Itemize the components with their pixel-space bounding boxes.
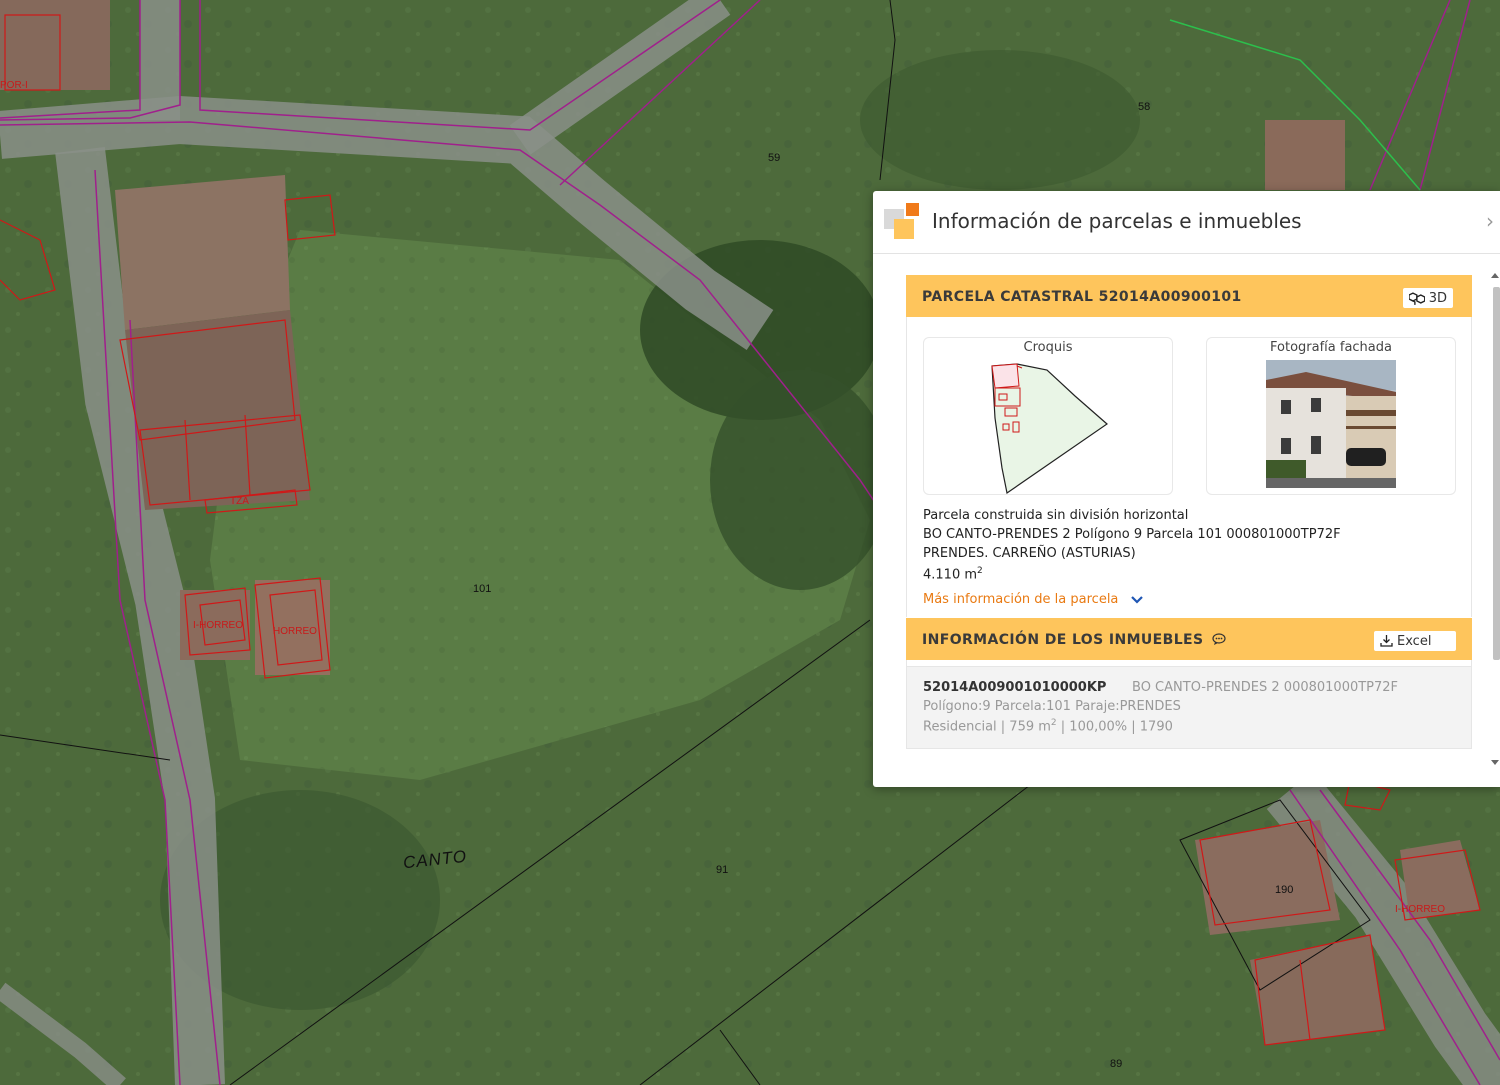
excel-label: Excel	[1397, 633, 1432, 649]
more-parcel-info-link[interactable]: Más información de la parcela	[923, 592, 1118, 607]
inmueble-use-details: Residencial | 759 m2 | 100,00% | 1790	[923, 718, 1173, 734]
parcel-info-panel: Información de parcelas e inmuebles › PA…	[873, 191, 1500, 787]
facade-photo	[1266, 360, 1396, 488]
parcela-heading: PARCELA CATASTRAL 52014A00900101	[922, 289, 1242, 305]
parcel-number-label: 89	[1110, 1058, 1123, 1070]
cubes-icon	[1409, 291, 1425, 305]
inmueble-location: Polígono:9 Parcela:101 Paraje:PRENDES	[923, 699, 1181, 714]
parcel-sketch-icon	[991, 363, 1108, 495]
view-3d-label: 3D	[1428, 290, 1447, 306]
parcel-type: Parcela construida sin división horizont…	[923, 508, 1189, 523]
panel-title: Información de parcelas e inmuebles	[932, 209, 1302, 233]
excel-download-button[interactable]: Excel	[1374, 631, 1456, 651]
inmueble-list-item[interactable]: 52014A009001010000KP BO CANTO-PRENDES 2 …	[907, 666, 1471, 748]
parcel-area-value: 4.110 m	[923, 567, 978, 583]
parcela-section: PARCELA CATASTRAL 52014A00900101 3D Croq…	[906, 275, 1472, 617]
inmueble-use-suffix: | 100,00% | 1790	[1056, 719, 1173, 735]
comment-icon	[1212, 633, 1226, 645]
building-label: I-HORREO	[193, 620, 243, 631]
inmueble-address: BO CANTO-PRENDES 2 000801000TP72F	[1132, 680, 1399, 695]
inmueble-reference: 52014A009001010000KP	[923, 680, 1107, 695]
scroll-down-icon[interactable]	[1491, 760, 1499, 765]
scrollbar-thumb[interactable]	[1493, 287, 1500, 660]
parcel-number-label: 91	[716, 864, 729, 876]
parcel-number-label: 58	[1138, 101, 1151, 113]
parcel-area: 4.110 m2	[923, 566, 983, 582]
catastro-logo-icon	[884, 203, 919, 239]
inmuebles-section: INFORMACIÓN DE LOS INMUEBLES Excel 52014…	[906, 618, 1472, 749]
building-label: TZA	[230, 496, 249, 507]
parcel-address: BO CANTO-PRENDES 2 Polígono 9 Parcela 10…	[923, 527, 1341, 542]
inmuebles-heading-text: INFORMACIÓN DE LOS INMUEBLES	[922, 632, 1204, 648]
parcel-number-label: 190	[1275, 884, 1294, 896]
building-label: HORREO	[273, 626, 317, 637]
fachada-card[interactable]: Fotografía fachada	[1206, 337, 1456, 495]
close-icon[interactable]: ›	[1486, 209, 1500, 233]
chevron-down-icon[interactable]	[1130, 594, 1144, 606]
parcela-header: PARCELA CATASTRAL 52014A00900101 3D	[906, 275, 1472, 317]
parcel-number-label: 59	[768, 152, 781, 164]
croquis-title: Croquis	[1023, 340, 1073, 355]
view-3d-button[interactable]: 3D	[1403, 288, 1453, 308]
fachada-title: Fotografía fachada	[1270, 340, 1392, 355]
building-label: I-HORREO	[1395, 904, 1445, 915]
parcel-area-unit-sup: 2	[977, 566, 983, 576]
inmueble-use-prefix: Residencial | 759 m	[923, 719, 1051, 735]
download-icon	[1380, 635, 1393, 647]
panel-header: Información de parcelas e inmuebles ›	[873, 191, 1500, 254]
croquis-card[interactable]: Croquis	[923, 337, 1173, 495]
parcel-locality: PRENDES. CARREÑO (ASTURIAS)	[923, 546, 1136, 561]
scroll-up-icon[interactable]	[1491, 273, 1499, 278]
parcel-number-label: 101	[473, 583, 492, 595]
building-label: POR-I	[0, 80, 28, 91]
inmuebles-heading: INFORMACIÓN DE LOS INMUEBLES	[922, 632, 1226, 648]
inmuebles-header: INFORMACIÓN DE LOS INMUEBLES Excel	[906, 618, 1472, 660]
